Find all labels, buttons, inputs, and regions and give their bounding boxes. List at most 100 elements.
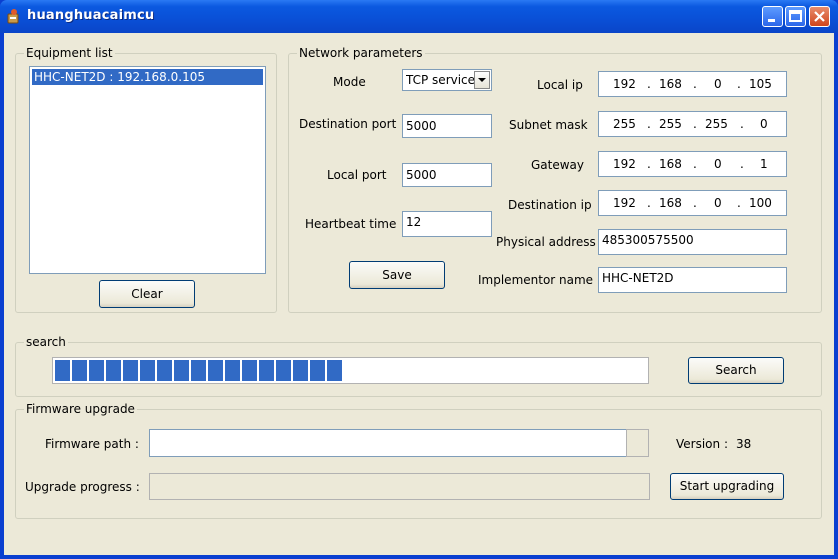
ip-octet: 168 <box>659 77 682 91</box>
minimize-icon <box>768 19 775 22</box>
ip-dot: . <box>647 196 651 210</box>
progress-segment <box>208 360 223 381</box>
subnet-mask-label: Subnet mask <box>509 118 588 132</box>
gateway-field[interactable]: 192 . 168 . 0 . 1 <box>598 151 787 177</box>
equipment-listbox[interactable]: HHC-NET2D : 192.168.0.105 <box>29 66 266 274</box>
progress-segment <box>327 360 342 381</box>
subnet-mask-field[interactable]: 255 . 255 . 255 . 0 <box>598 111 787 137</box>
mode-value: TCP service <box>406 73 476 87</box>
ip-octet: 100 <box>749 196 772 210</box>
ip-dot: . <box>647 117 651 131</box>
progress-segment <box>72 360 87 381</box>
mode-label: Mode <box>333 75 366 89</box>
ip-octet: 255 <box>613 117 636 131</box>
upgrade-progress-bar <box>149 473 650 500</box>
close-button[interactable] <box>809 6 830 27</box>
progress-segment <box>89 360 104 381</box>
client-area: Equipment list HHC-NET2D : 192.168.0.105… <box>4 33 834 555</box>
progress-segment <box>276 360 291 381</box>
ip-octet: 192 <box>613 77 636 91</box>
ip-dot: . <box>693 77 697 91</box>
browse-button[interactable] <box>626 429 649 457</box>
equipment-list-legend: Equipment list <box>24 45 115 61</box>
gateway-label: Gateway <box>531 158 585 172</box>
progress-segment <box>157 360 172 381</box>
firmware-path-field[interactable] <box>149 429 627 457</box>
ip-dot: . <box>737 77 741 91</box>
physical-address-field[interactable]: 485300575500 <box>598 229 787 255</box>
progress-segment <box>225 360 240 381</box>
implementor-name-label: Implementor name <box>478 273 594 287</box>
local-port-label: Local port <box>327 168 387 182</box>
app-icon <box>7 9 19 24</box>
save-button[interactable]: Save <box>349 261 445 289</box>
ip-dot: . <box>647 157 651 171</box>
network-parameters-legend: Network parameters <box>297 45 425 61</box>
mode-select[interactable]: TCP service <box>402 69 492 91</box>
progress-segment <box>259 360 274 381</box>
destination-port-label: Destination port <box>299 117 397 131</box>
ip-dot: . <box>647 77 651 91</box>
implementor-name-field[interactable]: HHC-NET2D <box>598 267 787 293</box>
ip-dot: . <box>740 117 744 131</box>
title-bar[interactable]: huanghuacaimcu <box>0 0 838 33</box>
destination-port-field[interactable]: 5000 <box>402 114 492 138</box>
maximize-icon <box>789 10 802 22</box>
firmware-path-label: Firmware path : <box>45 437 139 451</box>
firmware-upgrade-legend: Firmware upgrade <box>24 401 137 417</box>
progress-segment <box>191 360 206 381</box>
start-upgrading-button[interactable]: Start upgrading <box>670 473 784 500</box>
ip-dot: . <box>693 117 697 131</box>
ip-dot: . <box>740 157 744 171</box>
equipment-list-group: Equipment list HHC-NET2D : 192.168.0.105… <box>15 45 277 313</box>
progress-segment <box>106 360 121 381</box>
local-ip-field[interactable]: 192 . 168 . 0 . 105 <box>598 71 787 97</box>
close-icon <box>814 11 825 22</box>
ip-octet: 0 <box>714 196 722 210</box>
progress-segment <box>293 360 308 381</box>
progress-segment <box>55 360 70 381</box>
ip-octet: 255 <box>659 117 682 131</box>
destination-ip-field[interactable]: 192 . 168 . 0 . 100 <box>598 190 787 216</box>
ip-dot: . <box>693 196 697 210</box>
window-title: huanghuacaimcu <box>27 8 155 23</box>
ip-octet: 0 <box>760 117 768 131</box>
search-button[interactable]: Search <box>688 357 784 384</box>
upgrade-progress-label: Upgrade progress : <box>25 480 140 494</box>
ip-octet: 168 <box>659 196 682 210</box>
progress-segment <box>310 360 325 381</box>
search-legend: search <box>24 334 68 350</box>
firmware-upgrade-group: Firmware upgrade Firmware path : Version… <box>15 401 822 519</box>
heartbeat-time-label: Heartbeat time <box>305 217 397 231</box>
ip-octet: 1 <box>760 157 768 171</box>
ip-dot: . <box>737 196 741 210</box>
list-item[interactable]: HHC-NET2D : 192.168.0.105 <box>32 69 263 85</box>
ip-octet: 105 <box>749 77 772 91</box>
ip-octet: 0 <box>714 77 722 91</box>
heartbeat-time-field[interactable]: 12 <box>402 211 492 237</box>
app-window: huanghuacaimcu Equipment list HHC-NET2D … <box>0 0 838 559</box>
version-label: Version : <box>676 437 728 451</box>
physical-address-label: Physical address <box>496 235 596 249</box>
progress-segment <box>140 360 155 381</box>
chevron-down-icon <box>478 78 486 82</box>
maximize-button[interactable] <box>785 6 806 27</box>
ip-octet: 168 <box>659 157 682 171</box>
progress-segment <box>123 360 138 381</box>
search-group: search Search <box>15 334 822 397</box>
search-progress-bar <box>52 357 649 384</box>
dropdown-button[interactable] <box>474 71 490 89</box>
ip-dot: . <box>693 157 697 171</box>
local-ip-label: Local ip <box>537 78 583 92</box>
ip-octet: 192 <box>613 157 636 171</box>
progress-segment <box>242 360 257 381</box>
destination-ip-label: Destination ip <box>508 198 592 212</box>
minimize-button[interactable] <box>762 6 783 27</box>
ip-octet: 255 <box>705 117 728 131</box>
ip-octet: 0 <box>714 157 722 171</box>
clear-button[interactable]: Clear <box>99 280 195 308</box>
version-value: 38 <box>736 437 752 451</box>
ip-octet: 192 <box>613 196 636 210</box>
progress-segment <box>174 360 189 381</box>
local-port-field[interactable]: 5000 <box>402 163 492 187</box>
